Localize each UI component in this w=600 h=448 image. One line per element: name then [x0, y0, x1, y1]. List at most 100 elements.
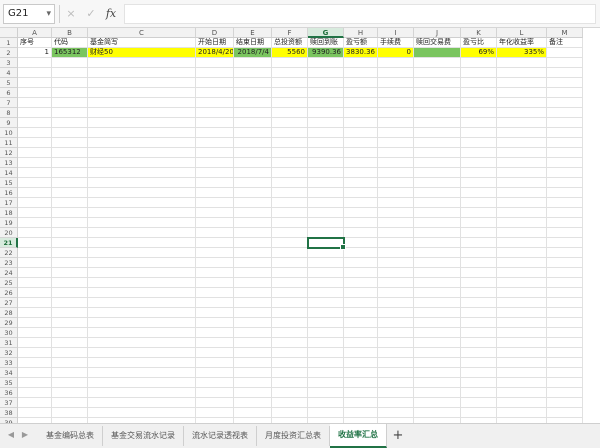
cell-k6[interactable] — [461, 88, 497, 98]
cell-l34[interactable] — [497, 368, 547, 378]
cell-l19[interactable] — [497, 218, 547, 228]
cell-l31[interactable] — [497, 338, 547, 348]
cell-f23[interactable] — [272, 258, 308, 268]
sheet-tab-4[interactable]: 月度投资汇总表 — [257, 426, 330, 446]
cell-j30[interactable] — [414, 328, 461, 338]
cell-a14[interactable] — [18, 168, 52, 178]
cell-h8[interactable] — [344, 108, 378, 118]
cell-m8[interactable] — [547, 108, 583, 118]
row-header-3[interactable]: 3 — [0, 58, 18, 68]
cell-k22[interactable] — [461, 248, 497, 258]
cell-e3[interactable] — [234, 58, 272, 68]
cell-i37[interactable] — [378, 398, 414, 408]
cell-a15[interactable] — [18, 178, 52, 188]
cell-g10[interactable] — [308, 128, 344, 138]
cell-m18[interactable] — [547, 208, 583, 218]
cell-b7[interactable] — [52, 98, 88, 108]
cell-e36[interactable] — [234, 388, 272, 398]
cell-i32[interactable] — [378, 348, 414, 358]
cell-m3[interactable] — [547, 58, 583, 68]
cell-j13[interactable] — [414, 158, 461, 168]
cell-a5[interactable] — [18, 78, 52, 88]
cell-m7[interactable] — [547, 98, 583, 108]
cell-a20[interactable] — [18, 228, 52, 238]
cell-h2[interactable]: 3830.36 — [344, 48, 378, 58]
cell-i34[interactable] — [378, 368, 414, 378]
cell-j10[interactable] — [414, 128, 461, 138]
cell-j18[interactable] — [414, 208, 461, 218]
cell-b3[interactable] — [52, 58, 88, 68]
cell-j7[interactable] — [414, 98, 461, 108]
cell-k18[interactable] — [461, 208, 497, 218]
cell-f22[interactable] — [272, 248, 308, 258]
cell-h5[interactable] — [344, 78, 378, 88]
cell-f2[interactable]: 5560 — [272, 48, 308, 58]
cell-i22[interactable] — [378, 248, 414, 258]
select-all-corner[interactable] — [0, 28, 18, 38]
cell-k15[interactable] — [461, 178, 497, 188]
cell-f20[interactable] — [272, 228, 308, 238]
cell-c23[interactable] — [88, 258, 196, 268]
cell-e28[interactable] — [234, 308, 272, 318]
row-header-34[interactable]: 34 — [0, 368, 18, 378]
cell-l23[interactable] — [497, 258, 547, 268]
cell-i24[interactable] — [378, 268, 414, 278]
cell-c3[interactable] — [88, 58, 196, 68]
cell-k13[interactable] — [461, 158, 497, 168]
cell-l2[interactable]: 335% — [497, 48, 547, 58]
cell-e25[interactable] — [234, 278, 272, 288]
cell-i3[interactable] — [378, 58, 414, 68]
cell-e22[interactable] — [234, 248, 272, 258]
cell-g34[interactable] — [308, 368, 344, 378]
cell-m27[interactable] — [547, 298, 583, 308]
cell-l22[interactable] — [497, 248, 547, 258]
cell-l24[interactable] — [497, 268, 547, 278]
cell-a23[interactable] — [18, 258, 52, 268]
row-header-20[interactable]: 20 — [0, 228, 18, 238]
cell-k25[interactable] — [461, 278, 497, 288]
cell-c35[interactable] — [88, 378, 196, 388]
cell-k1[interactable]: 盈亏比 — [461, 38, 497, 48]
cell-c22[interactable] — [88, 248, 196, 258]
cell-d8[interactable] — [196, 108, 234, 118]
cell-j36[interactable] — [414, 388, 461, 398]
cell-l30[interactable] — [497, 328, 547, 338]
cell-h24[interactable] — [344, 268, 378, 278]
row-header-5[interactable]: 5 — [0, 78, 18, 88]
cell-k20[interactable] — [461, 228, 497, 238]
cell-m29[interactable] — [547, 318, 583, 328]
cell-h11[interactable] — [344, 138, 378, 148]
cell-b35[interactable] — [52, 378, 88, 388]
cell-h25[interactable] — [344, 278, 378, 288]
cell-l33[interactable] — [497, 358, 547, 368]
cell-j21[interactable] — [414, 238, 461, 248]
cell-l11[interactable] — [497, 138, 547, 148]
cell-f18[interactable] — [272, 208, 308, 218]
cell-f24[interactable] — [272, 268, 308, 278]
cell-c15[interactable] — [88, 178, 196, 188]
cell-h10[interactable] — [344, 128, 378, 138]
cell-k4[interactable] — [461, 68, 497, 78]
cell-l21[interactable] — [497, 238, 547, 248]
cell-l25[interactable] — [497, 278, 547, 288]
column-header-i[interactable]: I — [378, 28, 414, 38]
cell-j4[interactable] — [414, 68, 461, 78]
cell-m15[interactable] — [547, 178, 583, 188]
cell-a38[interactable] — [18, 408, 52, 418]
cell-d36[interactable] — [196, 388, 234, 398]
cell-k11[interactable] — [461, 138, 497, 148]
cell-a4[interactable] — [18, 68, 52, 78]
cell-c7[interactable] — [88, 98, 196, 108]
cell-l27[interactable] — [497, 298, 547, 308]
cell-e21[interactable] — [234, 238, 272, 248]
cell-a25[interactable] — [18, 278, 52, 288]
row-header-16[interactable]: 16 — [0, 188, 18, 198]
cell-e15[interactable] — [234, 178, 272, 188]
cell-h35[interactable] — [344, 378, 378, 388]
cell-e8[interactable] — [234, 108, 272, 118]
cell-b31[interactable] — [52, 338, 88, 348]
cell-i6[interactable] — [378, 88, 414, 98]
cell-b17[interactable] — [52, 198, 88, 208]
cell-b29[interactable] — [52, 318, 88, 328]
cell-j35[interactable] — [414, 378, 461, 388]
